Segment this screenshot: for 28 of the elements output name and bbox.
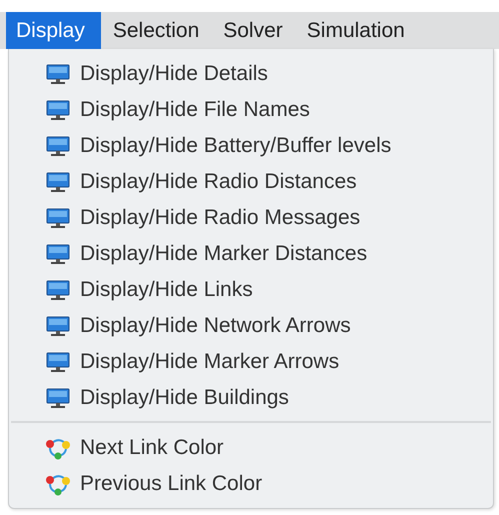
menu-item[interactable]: Display/Hide Details	[9, 56, 493, 92]
monitor-icon	[45, 386, 71, 410]
menu-title[interactable]: Solver	[211, 12, 295, 49]
menu-title[interactable]: Display	[6, 12, 101, 49]
monitor-icon	[45, 134, 71, 158]
menu-item[interactable]: Next Link Color	[9, 430, 493, 466]
menu-item[interactable]: Previous Link Color	[9, 466, 493, 502]
menu-item[interactable]: Display/Hide Battery/Buffer levels	[9, 128, 493, 164]
menu-item[interactable]: Display/Hide Radio Distances	[9, 164, 493, 200]
cycle-icon	[45, 436, 71, 460]
menu-title[interactable]: Simulation	[294, 12, 417, 49]
menu-item[interactable]: Display/Hide Buildings	[9, 380, 493, 416]
monitor-icon	[45, 206, 71, 230]
monitor-icon	[45, 62, 71, 86]
menu-item[interactable]: Display/Hide Network Arrows	[9, 308, 493, 344]
menu-title[interactable]: Selection	[100, 12, 212, 49]
menu-item[interactable]: Display/Hide Marker Distances	[9, 236, 493, 272]
monitor-icon	[45, 350, 71, 374]
menu-item[interactable]: Display/Hide Radio Messages	[9, 200, 493, 236]
menu-item[interactable]: Display/Hide Marker Arrows	[9, 344, 493, 380]
monitor-icon	[45, 170, 71, 194]
menu-item[interactable]: Display/Hide File Names	[9, 92, 493, 128]
menu-item[interactable]: Display/Hide Links	[9, 272, 493, 308]
monitor-icon	[45, 278, 71, 302]
monitor-icon	[45, 98, 71, 122]
monitor-icon	[45, 314, 71, 338]
cycle-icon	[45, 472, 71, 496]
monitor-icon	[45, 242, 71, 266]
